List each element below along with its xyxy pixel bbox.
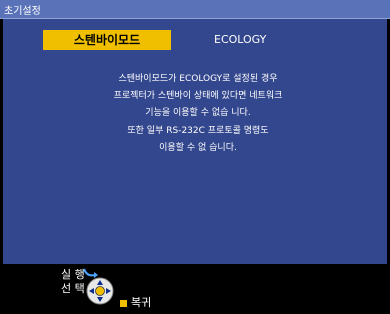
window-title: 초기설정 [4, 6, 41, 17]
message-line: 또한 일부 RS-232C 프로토콜 명령도 [127, 125, 269, 136]
content-panel: 스텐바이모드 ECOLOGY 스텐바이모드가 ECOLOGY로 설정된 경우 프… [3, 19, 387, 264]
footer-guide: 실 행 선 택 복귀 [3, 265, 387, 312]
exec-label: 실 행 [61, 268, 85, 281]
message-line: 프로젝터가 스텐바이 상태에 있다면 네트워크 [113, 91, 283, 102]
osd-window: 초기설정 스텐바이모드 ECOLOGY 스텐바이모드가 ECOLOGY로 설정된… [0, 0, 390, 314]
select-label: 선 택 [61, 282, 85, 295]
dpad-icon [86, 277, 114, 305]
back-label: 복귀 [131, 296, 152, 309]
standby-mode-row[interactable]: 스텐바이모드 ECOLOGY [3, 30, 387, 50]
title-bar: 초기설정 [0, 0, 390, 19]
yellow-square-icon [120, 300, 127, 307]
standby-mode-value[interactable]: ECOLOGY [214, 30, 266, 50]
info-message: 스텐바이모드가 ECOLOGY로 설정된 경우 프로젝터가 스텐바이 상태에 있… [43, 71, 353, 157]
message-line: 스텐바이모드가 ECOLOGY로 설정된 경우 [118, 74, 278, 84]
message-line: 이용할 수 없 습니다. [159, 142, 237, 153]
message-line: 기능을 이용할 수 없습 니다. [145, 108, 251, 119]
standby-mode-label[interactable]: 스텐바이모드 [43, 30, 171, 50]
